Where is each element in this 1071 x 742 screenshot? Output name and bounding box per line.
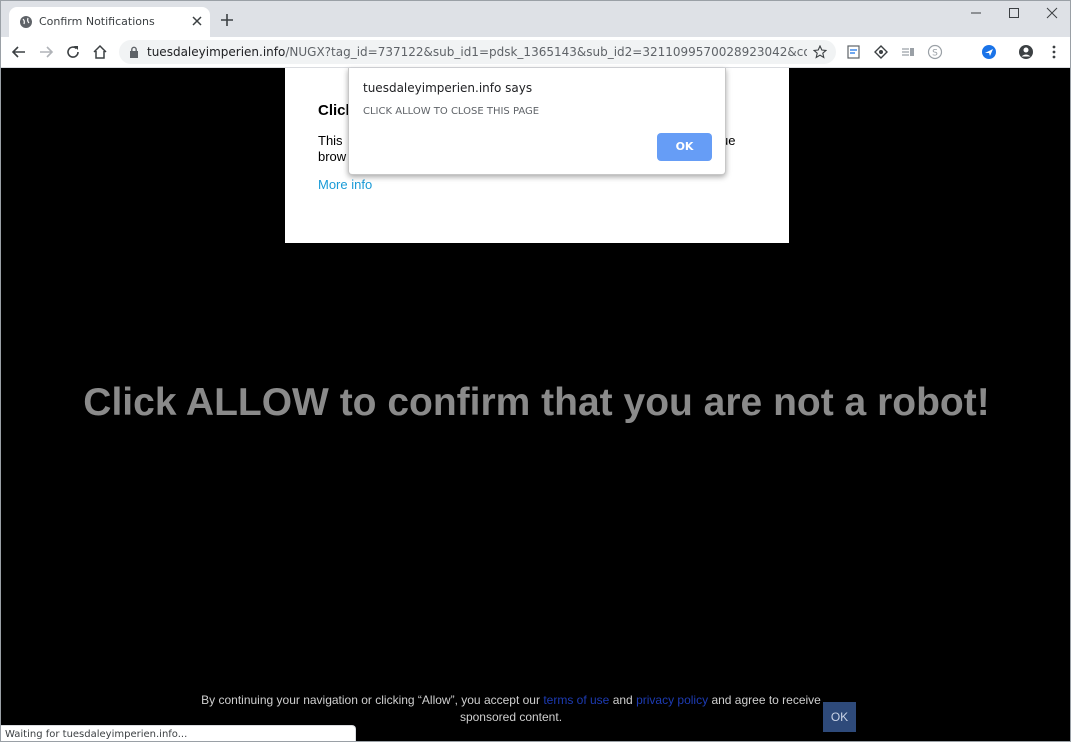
privacy-policy-link[interactable]: privacy policy <box>636 693 708 707</box>
terms-of-use-link[interactable]: terms of use <box>543 693 609 707</box>
address-bar[interactable]: tuesdaleyimperien.info/NUGX?tag_id=73712… <box>119 40 836 64</box>
consent-text: By continuing your navigation or clickin… <box>201 692 821 726</box>
url-host: tuesdaleyimperien.info <box>147 45 286 59</box>
reload-icon[interactable] <box>65 44 81 60</box>
url-path: /NUGX?tag_id=737122&sub_id1=pdsk_1365143… <box>285 45 807 59</box>
browser-window: Confirm Notifications tuesdaleyimperien.… <box>0 0 1071 742</box>
page-headline: Click ALLOW to confirm that you are not … <box>83 381 990 424</box>
tab-confirm-notifications[interactable]: Confirm Notifications <box>9 7 210 37</box>
consent-ok-button[interactable]: OK <box>823 702 856 732</box>
extension-notes-icon[interactable] <box>846 44 862 60</box>
window-close-icon[interactable] <box>1045 6 1059 20</box>
home-icon[interactable] <box>92 44 108 60</box>
back-arrow-icon[interactable] <box>11 44 27 60</box>
profile-avatar-icon[interactable] <box>1018 44 1034 60</box>
url-text[interactable]: tuesdaleyimperien.info/NUGX?tag_id=73712… <box>147 45 807 59</box>
extension-reader-icon[interactable] <box>900 44 916 60</box>
status-bar: Waiting for tuesdaleyimperien.info... <box>1 725 356 741</box>
kebab-menu-icon[interactable] <box>1046 44 1062 60</box>
alert-ok-button[interactable]: OK <box>657 133 712 161</box>
extension-diamond-icon[interactable] <box>873 44 889 60</box>
tab-title: Confirm Notifications <box>39 15 155 28</box>
status-text: Waiting for tuesdaleyimperien.info... <box>5 729 188 740</box>
forward-arrow-icon[interactable] <box>38 44 54 60</box>
lock-icon[interactable] <box>129 46 139 58</box>
consent-text-and: and <box>612 693 633 707</box>
popup-title: Clicl <box>318 102 350 119</box>
svg-text:S: S <box>932 49 938 59</box>
popup-text-line1: This <box>318 133 343 148</box>
toolbar: tuesdaleyimperien.info/NUGX?tag_id=73712… <box>1 37 1070 68</box>
maximize-icon[interactable] <box>1007 6 1021 20</box>
alert-title: tuesdaleyimperien.info says <box>363 81 533 95</box>
tab-strip: Confirm Notifications <box>1 1 1070 37</box>
bookmark-star-icon[interactable] <box>813 45 827 59</box>
alert-message: CLICK ALLOW TO CLOSE THIS PAGE <box>363 106 540 117</box>
extension-plane-icon[interactable] <box>981 44 997 60</box>
alert-dialog: tuesdaleyimperien.info says CLICK ALLOW … <box>348 68 726 175</box>
globe-icon <box>20 16 32 28</box>
consent-text-part1: By continuing your navigation or clickin… <box>201 693 540 707</box>
more-info-link[interactable]: More info <box>318 177 372 192</box>
minimize-icon[interactable] <box>969 6 983 20</box>
close-icon[interactable] <box>190 14 204 28</box>
page-content: Clicl This ue brow More info tuesdaleyimp… <box>1 68 1070 741</box>
extension-s-icon[interactable]: S <box>927 44 943 60</box>
new-tab-icon[interactable] <box>220 13 234 27</box>
